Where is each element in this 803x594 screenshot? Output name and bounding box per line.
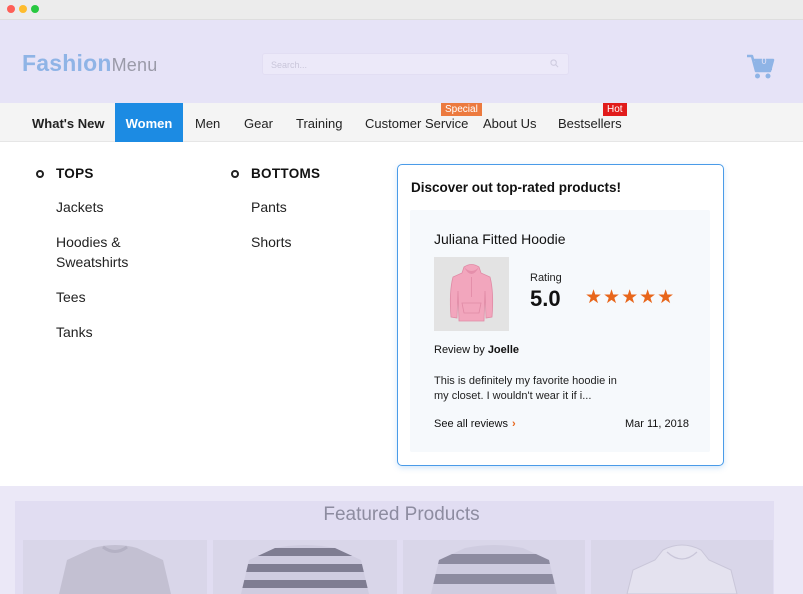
menu-link-tanks[interactable]: Tanks — [56, 322, 93, 342]
rating-label: Rating — [530, 272, 562, 284]
women-mega-menu: TOPS Jackets Hoodies & Sweatshirts Tees … — [0, 142, 803, 486]
review-date: Mar 11, 2018 — [624, 418, 689, 430]
nav-item-about-us[interactable]: About Us — [483, 103, 536, 142]
review-excerpt: This is definitely my favorite hoodie in… — [434, 375, 617, 402]
close-window-button[interactable] — [7, 5, 15, 13]
menu-link-pants[interactable]: Pants — [251, 197, 287, 217]
nav-item-women[interactable]: Women — [115, 103, 183, 142]
window-titlebar — [0, 0, 803, 20]
menu-link-tees[interactable]: Tees — [56, 287, 86, 307]
see-all-reviews-label: See all reviews — [434, 418, 508, 430]
search-box — [262, 53, 569, 75]
nav-item-whats-new[interactable]: What's New — [32, 103, 104, 142]
nav-item-training[interactable]: Training — [296, 103, 342, 142]
featured-product-thumb-2[interactable] — [213, 540, 397, 594]
reviewer-name: Joelle — [487, 344, 519, 356]
special-tag-badge: Special — [441, 103, 482, 116]
bottoms-bullet-icon — [231, 170, 239, 178]
main-nav: What's New Women Men Gear Training Custo… — [0, 103, 803, 142]
product-name[interactable]: Juliana Fitted Hoodie — [434, 231, 566, 247]
bottoms-heading[interactable]: BOTTOMS — [251, 166, 320, 181]
promo-title: Discover out top-rated products! — [411, 180, 622, 195]
featured-product-thumb-1[interactable] — [23, 540, 207, 594]
pink-hoodie-image — [434, 257, 509, 331]
chevron-right-icon: › — [511, 418, 516, 430]
rating-value: 5.0 — [530, 286, 561, 311]
gray-sweatshirt-image — [23, 540, 207, 594]
minimize-window-button[interactable] — [19, 5, 27, 13]
menu-link-shorts[interactable]: Shorts — [251, 232, 291, 252]
review-by-prefix: Review by — [434, 344, 485, 356]
featured-product-thumb-4[interactable] — [591, 540, 773, 594]
hot-tag-badge: Hot — [603, 103, 627, 116]
nav-item-gear[interactable]: Gear — [244, 103, 273, 142]
logo-bold-text: Fashion — [22, 50, 112, 76]
logo-light-text: Menu — [111, 55, 158, 75]
top-rated-promo-box: Discover out top-rated products! Juliana… — [397, 164, 724, 466]
featured-products-title: Featured Products — [323, 504, 480, 525]
cart-count-badge: 0 — [761, 56, 767, 66]
review-author-line: Review by Joelle — [434, 344, 519, 356]
gray-hoodie-image — [591, 540, 773, 594]
see-all-reviews-link[interactable]: See all reviews › — [434, 418, 516, 430]
striped-sweater-alt-image — [403, 540, 585, 594]
site-logo[interactable]: FashionMenu — [22, 50, 157, 77]
product-review-card[interactable]: Juliana Fitted Hoodie Rating 5.0 ★★★★★ R… — [410, 210, 710, 452]
nav-item-men[interactable]: Men — [195, 103, 220, 142]
striped-sweater-image — [213, 540, 397, 594]
search-input[interactable] — [271, 57, 541, 72]
maximize-window-button[interactable] — [31, 5, 39, 13]
cart-button[interactable]: 0 — [745, 51, 777, 81]
menu-link-hoodies-sweatshirts[interactable]: Hoodies & Sweatshirts — [56, 232, 166, 272]
star-rating-icon: ★★★★★ — [585, 287, 676, 308]
tops-heading[interactable]: TOPS — [56, 166, 94, 181]
featured-product-thumb-3[interactable] — [403, 540, 585, 594]
tops-bullet-icon — [36, 170, 44, 178]
site-header: FashionMenu 0 — [0, 20, 803, 103]
search-icon[interactable] — [550, 59, 559, 68]
menu-link-jackets[interactable]: Jackets — [56, 197, 103, 217]
product-image[interactable] — [434, 257, 509, 331]
